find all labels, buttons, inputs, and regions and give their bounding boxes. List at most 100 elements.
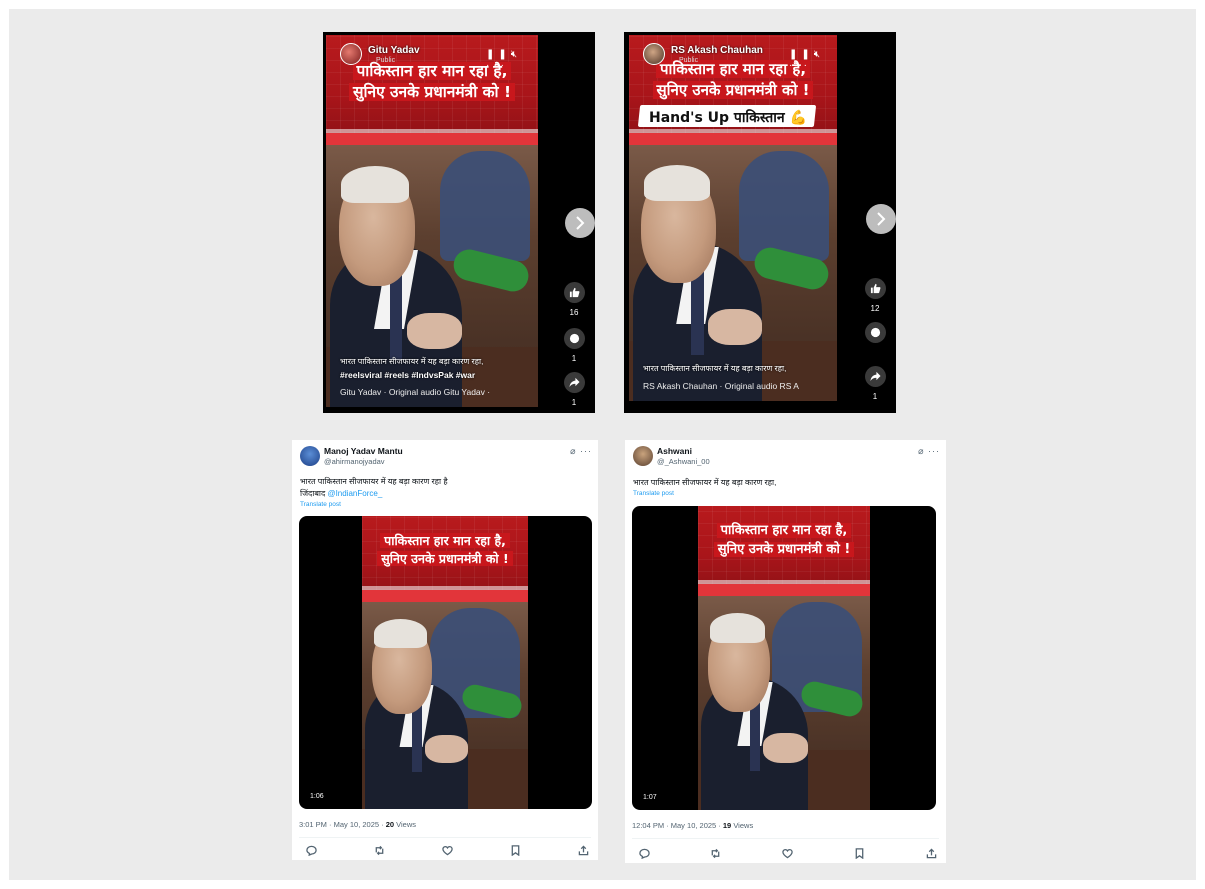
divider	[299, 837, 591, 838]
reply-icon[interactable]	[637, 846, 651, 860]
reel-video[interactable]: पाकिस्तान हार मान रहा है, सुनिए उनके प्र…	[629, 35, 837, 401]
comment-action[interactable]: 1	[557, 328, 591, 363]
like-icon[interactable]	[440, 843, 454, 857]
mute-icon[interactable]: 🔇︎	[814, 49, 824, 60]
like-icon[interactable]	[563, 282, 585, 303]
tweet-author-name[interactable]: Ashwani	[657, 446, 692, 456]
mute-icon[interactable]: 🔇︎	[511, 49, 521, 60]
tweet-timestamp[interactable]: 3:01 PM · May 10, 2025 ·	[299, 820, 386, 829]
pause-icon[interactable]: ❚❚	[486, 49, 511, 60]
next-reel-button[interactable]	[866, 204, 896, 234]
more-icon[interactable]: ···	[789, 60, 811, 71]
tweet-menu[interactable]: ⌀ ···	[918, 446, 940, 457]
grok-icon[interactable]: ⌀	[918, 446, 924, 456]
more-icon[interactable]: ···	[580, 446, 592, 456]
avatar[interactable]	[633, 446, 653, 466]
comment-action[interactable]	[858, 322, 892, 343]
tweet-author-name[interactable]: Manoj Yadav Mantu	[324, 446, 403, 456]
video-controls[interactable]: ❚❚🔇︎···	[789, 49, 837, 71]
caption-hashtags[interactable]: #reelsviral #reels #IndvsPak #war	[340, 369, 530, 382]
comment-count: 1	[571, 354, 577, 363]
tweet-text-line-1: भारत पाकिस्तान सीजफायर में यह बड़ा कारण …	[300, 477, 448, 486]
like-icon[interactable]	[864, 278, 886, 299]
tweet-timestamp[interactable]: 12:04 PM · May 10, 2025 ·	[632, 821, 723, 830]
tweet-author-handle[interactable]: @ahirmanojyadav	[324, 457, 385, 466]
reel-username[interactable]: RS Akash Chauhan	[671, 45, 763, 56]
comment-icon[interactable]	[563, 328, 585, 349]
divider	[632, 838, 939, 839]
headline-line-2: सुनिए उनके प्रधानमंत्री को !	[326, 83, 538, 102]
reel-username[interactable]: Gitu Yadav	[368, 45, 420, 56]
like-icon[interactable]	[781, 846, 795, 860]
tweet-post-1[interactable]: Manoj Yadav Mantu @ahirmanojyadav ⌀ ··· …	[292, 440, 598, 860]
tweet-meta: 12:04 PM · May 10, 2025 · 19 Views	[632, 821, 753, 830]
news-graphic: पाकिस्तान हार मान रहा है, सुनिए उनके प्र…	[698, 506, 870, 596]
comment-icon[interactable]	[864, 322, 886, 343]
speaker-footage	[698, 596, 870, 810]
video-duration: 1:06	[307, 792, 327, 801]
reel-post-1[interactable]: पाकिस्तान हार मान रहा है, सुनिए उनके प्र…	[323, 32, 595, 413]
mention-link[interactable]: @IndianForce_	[327, 489, 382, 498]
share-action[interactable]: 1	[858, 366, 892, 401]
chevron-right-icon	[576, 216, 585, 230]
tweet-text: भारत पाकिस्तान सीजफायर में यह बड़ा कारण …	[300, 476, 448, 499]
page-background	[9, 9, 1196, 880]
tweet-video[interactable]: पाकिस्तान हार मान रहा है, सुनिए उनके प्र…	[299, 516, 592, 809]
audience-label: Public	[679, 57, 699, 64]
tweet-post-2[interactable]: Ashwani @_Ashwani_00 ⌀ ··· भारत पाकिस्ता…	[625, 440, 946, 863]
bookmark-icon[interactable]	[508, 843, 522, 857]
more-icon[interactable]: ···	[928, 446, 940, 456]
reel-video[interactable]: पाकिस्तान हार मान रहा है, सुनिए उनके प्र…	[326, 35, 538, 407]
next-reel-button[interactable]	[565, 208, 595, 238]
tweet-video[interactable]: पाकिस्तान हार मान रहा है, सुनिए उनके प्र…	[632, 506, 936, 810]
views-label: Views	[731, 821, 754, 830]
share-icon[interactable]	[864, 366, 886, 387]
tweet-text-prefix: जिंदाबाद	[300, 488, 328, 498]
overlay-text: Hand's Up पाकिस्तान 💪	[649, 110, 807, 126]
reel-caption: भारत पाकिस्तान सीजफायर में यह बड़ा कारण …	[340, 356, 530, 382]
audio-attribution[interactable]: RS Akash Chauhan · Original audio RS A	[643, 381, 837, 391]
retweet-icon[interactable]	[709, 846, 723, 860]
chevron-right-icon	[877, 212, 886, 226]
tweet-menu[interactable]: ⌀ ···	[570, 446, 592, 457]
retweet-icon[interactable]	[372, 843, 386, 857]
reply-icon[interactable]	[304, 843, 318, 857]
share-action[interactable]: 1	[557, 372, 591, 407]
reel-post-2[interactable]: पाकिस्तान हार मान रहा है, सुनिए उनके प्र…	[624, 32, 896, 413]
tweet-text: भारत पाकिस्तान सीजफायर में यह बड़ा कारण …	[633, 478, 777, 487]
avatar[interactable]	[300, 446, 320, 466]
views-count: 20	[385, 820, 395, 829]
translate-post-link[interactable]: Translate post	[633, 490, 674, 497]
avatar[interactable]	[340, 43, 362, 65]
news-graphic: पाकिस्तान हार मान रहा है, सुनिए उनके प्र…	[362, 516, 528, 602]
share-icon[interactable]	[924, 846, 938, 860]
headline-line-1: पाकिस्तान हार मान रहा है,	[698, 523, 870, 539]
share-icon[interactable]	[576, 843, 590, 857]
video-duration: 1:07	[640, 793, 660, 802]
audio-attribution[interactable]: Gitu Yadav · Original audio Gitu Yadav ·	[340, 387, 538, 397]
headline-line-2: सुनिए उनके प्रधानमंत्री को !	[629, 81, 837, 99]
share-count: 1	[571, 398, 577, 407]
video-frame: पाकिस्तान हार मान रहा है, सुनिए उनके प्र…	[698, 506, 870, 810]
share-count: 1	[872, 392, 878, 401]
grok-icon[interactable]: ⌀	[570, 446, 576, 456]
share-icon[interactable]	[563, 372, 585, 393]
caption-text: भारत पाकिस्तान सीजफायर में यह बड़ा कारण …	[643, 363, 787, 373]
like-action[interactable]: 12	[858, 278, 892, 313]
tweet-actions	[304, 843, 590, 857]
views-count: 19	[722, 821, 732, 830]
tweet-author-handle[interactable]: @_Ashwani_00	[657, 457, 710, 466]
bookmark-icon[interactable]	[852, 846, 866, 860]
tweet-meta: 3:01 PM · May 10, 2025 · 20 Views	[299, 820, 416, 829]
like-action[interactable]: 16	[557, 282, 591, 317]
pause-icon[interactable]: ❚❚	[789, 49, 814, 60]
speaker-footage	[362, 602, 528, 809]
video-controls[interactable]: ❚❚🔇︎···	[486, 49, 538, 71]
more-icon[interactable]: ···	[486, 60, 508, 71]
tweet-actions	[637, 846, 938, 860]
avatar[interactable]	[643, 43, 665, 65]
caption-text: भारत पाकिस्तान सीजफायर में यह बड़ा कारण …	[340, 357, 484, 367]
audience-label: Public	[376, 57, 396, 64]
translate-post-link[interactable]: Translate post	[300, 501, 341, 508]
reel-caption: भारत पाकिस्तान सीजफायर में यह बड़ा कारण …	[643, 363, 833, 375]
